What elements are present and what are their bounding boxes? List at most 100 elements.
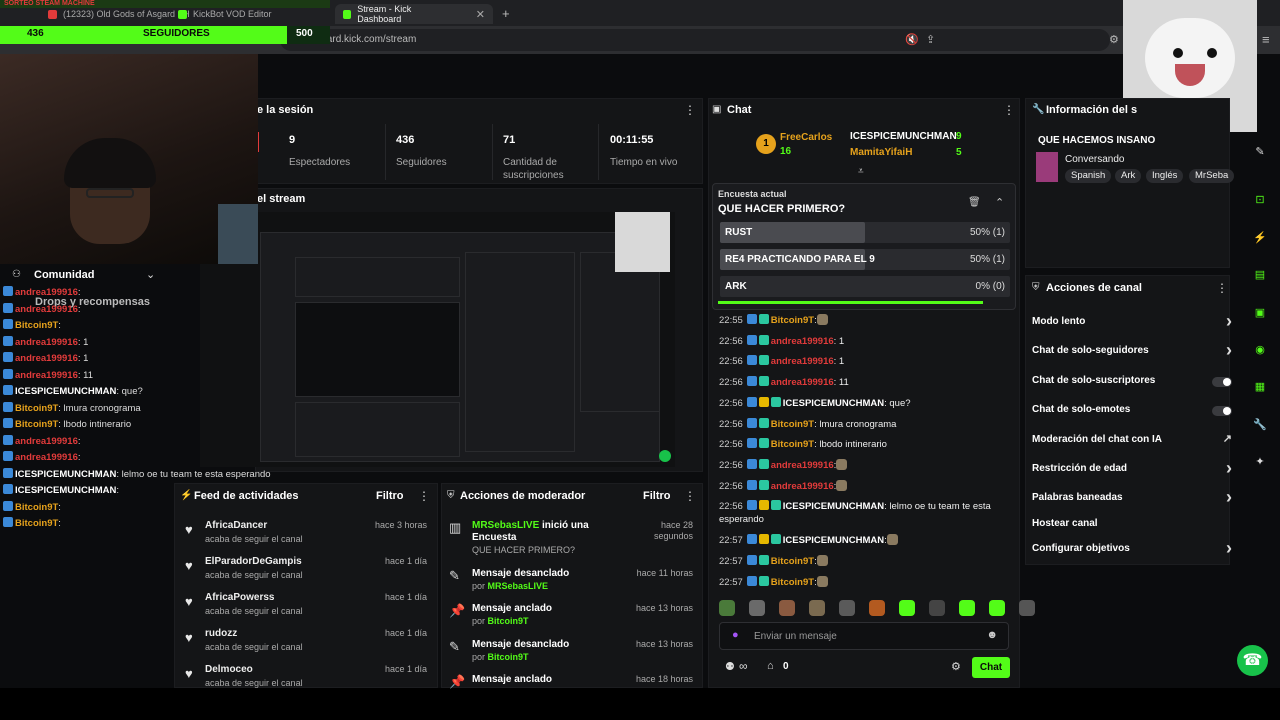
- document-icon[interactable]: ▤: [1250, 265, 1270, 285]
- quick-emote[interactable]: [809, 600, 825, 616]
- url-field[interactable]: dashboard.kick.com/stream: [280, 29, 1110, 51]
- toggle-switch[interactable]: [1212, 377, 1232, 387]
- mic-icon[interactable]: ●: [732, 629, 739, 641]
- follower-name[interactable]: AfricaPowerss: [205, 592, 274, 603]
- lightning-icon[interactable]: ⚡: [1250, 228, 1270, 248]
- channel-actions-menu-icon[interactable]: ⋮: [1216, 281, 1228, 295]
- delete-poll-icon[interactable]: 🗑: [968, 197, 981, 208]
- chevron-right-icon[interactable]: ›: [1226, 487, 1232, 508]
- leader-name[interactable]: FreeCarlos: [780, 132, 832, 143]
- chat-username[interactable]: andrea199916: [771, 336, 834, 347]
- channel-action-3[interactable]: Chat de solo-suscriptores: [1032, 375, 1232, 391]
- mod-menu-icon[interactable]: ⋮: [684, 489, 696, 503]
- quick-emote[interactable]: [989, 600, 1005, 616]
- mod-action-by[interactable]: MRSebasLIVE: [488, 581, 549, 591]
- activity-menu-icon[interactable]: ⋮: [418, 489, 430, 503]
- quick-emote[interactable]: [899, 600, 915, 616]
- chat-username[interactable]: andrea199916: [15, 353, 78, 364]
- channel-action-5[interactable]: Moderación del chat con IA ↗: [1032, 432, 1232, 450]
- follower-name[interactable]: AfricaDancer: [205, 520, 267, 531]
- chat-username[interactable]: ICESPICEMUNCHMAN: [15, 469, 116, 480]
- chat-username[interactable]: Bitcoin9T: [15, 518, 58, 529]
- layout-icon[interactable]: ▦: [1250, 377, 1270, 397]
- stream-preview-video[interactable]: [200, 212, 675, 467]
- wrench-icon[interactable]: 🔧: [1250, 415, 1270, 435]
- chat-username[interactable]: ICESPICEMUNCHMAN: [783, 398, 884, 409]
- quick-emote[interactable]: [779, 600, 795, 616]
- follower-name[interactable]: ElParadorDeGampis: [205, 556, 302, 567]
- quick-emote[interactable]: [749, 600, 765, 616]
- close-tab-icon[interactable]: ✕: [476, 8, 485, 21]
- chevron-right-icon[interactable]: ›: [1226, 538, 1232, 559]
- external-link-icon[interactable]: ↗: [1223, 432, 1232, 445]
- people-icon[interactable]: ⚉: [725, 660, 735, 673]
- chat-username[interactable]: ICESPICEMUNCHMAN: [15, 485, 116, 496]
- chat-username[interactable]: andrea199916: [15, 304, 78, 315]
- chat-settings-icon[interactable]: ⚙: [951, 660, 961, 673]
- chat-username[interactable]: Bitcoin9T: [15, 403, 58, 414]
- new-tab-button[interactable]: +: [502, 6, 510, 21]
- chat-username[interactable]: Bitcoin9T: [771, 577, 814, 588]
- channel-action-9[interactable]: Configurar objetivos ›: [1032, 538, 1232, 559]
- chat-menu-icon[interactable]: ⋮: [1003, 103, 1015, 117]
- browser-tab-kick-dashboard[interactable]: Stream - Kick Dashboard ✕: [335, 4, 493, 24]
- toggle-switch[interactable]: [1212, 406, 1232, 416]
- chevron-right-icon[interactable]: ›: [1226, 340, 1232, 361]
- share-icon[interactable]: ⇪: [926, 33, 935, 46]
- chat-input[interactable]: ● Enviar un mensaje ☻: [719, 622, 1009, 650]
- chat-username[interactable]: ICESPICEMUNCHMAN: [783, 535, 884, 546]
- chat-username[interactable]: ICESPICEMUNCHMAN: [783, 501, 884, 512]
- chat-username[interactable]: Bitcoin9T: [771, 439, 814, 450]
- leader-name[interactable]: MamitaYifaiH: [850, 147, 912, 158]
- emoji-icon[interactable]: ☻: [986, 629, 998, 641]
- collapse-poll-icon[interactable]: ⌃: [995, 196, 1004, 209]
- channel-action-2[interactable]: Chat de solo-seguidores ›: [1032, 340, 1232, 361]
- mod-action-user[interactable]: MRSebasLIVE: [472, 520, 539, 531]
- quick-emote[interactable]: [959, 600, 975, 616]
- quick-emote[interactable]: [1019, 600, 1035, 616]
- follower-name[interactable]: Delmoceo: [205, 664, 253, 675]
- mute-site-icon[interactable]: 🔇: [905, 33, 919, 46]
- broadcast-icon[interactable]: ◉: [1250, 340, 1270, 360]
- chat-username[interactable]: Bitcoin9T: [15, 320, 58, 331]
- chat-username[interactable]: andrea199916: [771, 460, 834, 471]
- leader-name[interactable]: ICESPICEMUNCHMAN: [850, 131, 957, 142]
- chevron-right-icon[interactable]: ›: [1226, 311, 1232, 332]
- store-icon[interactable]: ⌂: [767, 660, 774, 672]
- chat-username[interactable]: andrea199916: [15, 436, 78, 447]
- chat-username[interactable]: andrea199916: [15, 370, 78, 381]
- chat-icon[interactable]: ▣: [1250, 303, 1270, 323]
- extensions-puzzle-icon[interactable]: ⚙: [1109, 33, 1119, 46]
- mod-action-by[interactable]: Bitcoin9T: [488, 652, 529, 662]
- chat-username[interactable]: Bitcoin9T: [771, 419, 814, 430]
- channel-action-8[interactable]: Hostear canal: [1032, 518, 1232, 534]
- chat-username[interactable]: ICESPICEMUNCHMAN: [15, 386, 116, 397]
- stats-menu-icon[interactable]: ⋮: [684, 103, 696, 117]
- chat-username[interactable]: Bitcoin9T: [15, 502, 58, 513]
- help-support-button[interactable]: ☎: [1237, 645, 1268, 676]
- chat-username[interactable]: Bitcoin9T: [771, 556, 814, 567]
- channel-action-7[interactable]: Palabras baneadas ›: [1032, 487, 1232, 508]
- expand-leaders-icon[interactable]: ⩡: [858, 166, 864, 177]
- quick-emote[interactable]: [839, 600, 855, 616]
- quick-emote[interactable]: [929, 600, 945, 616]
- activity-filter-button[interactable]: Filtro: [376, 490, 404, 502]
- chevron-right-icon[interactable]: ›: [1226, 458, 1232, 479]
- chat-username[interactable]: Bitcoin9T: [771, 315, 814, 326]
- chat-username[interactable]: andrea199916: [771, 356, 834, 367]
- chat-username[interactable]: andrea199916: [15, 337, 78, 348]
- chat-username[interactable]: andrea199916: [15, 287, 78, 298]
- follower-name[interactable]: rudozz: [205, 628, 237, 639]
- mod-filter-button[interactable]: Filtro: [643, 490, 671, 502]
- channel-action-4[interactable]: Chat de solo-emotes: [1032, 404, 1232, 420]
- screen-icon[interactable]: ⊡: [1250, 190, 1270, 210]
- chevron-down-icon[interactable]: ⌄: [146, 268, 155, 281]
- edit-icon[interactable]: ✎: [1250, 142, 1270, 162]
- quick-emote[interactable]: [869, 600, 885, 616]
- browser-menu-icon[interactable]: ≡: [1262, 32, 1270, 47]
- send-chat-button[interactable]: Chat: [972, 657, 1010, 678]
- chat-username[interactable]: andrea199916: [771, 481, 834, 492]
- connections-icon[interactable]: ✦: [1250, 452, 1270, 472]
- channel-action-1[interactable]: Modo lento ›: [1032, 311, 1232, 332]
- channel-action-6[interactable]: Restricción de edad ›: [1032, 458, 1232, 479]
